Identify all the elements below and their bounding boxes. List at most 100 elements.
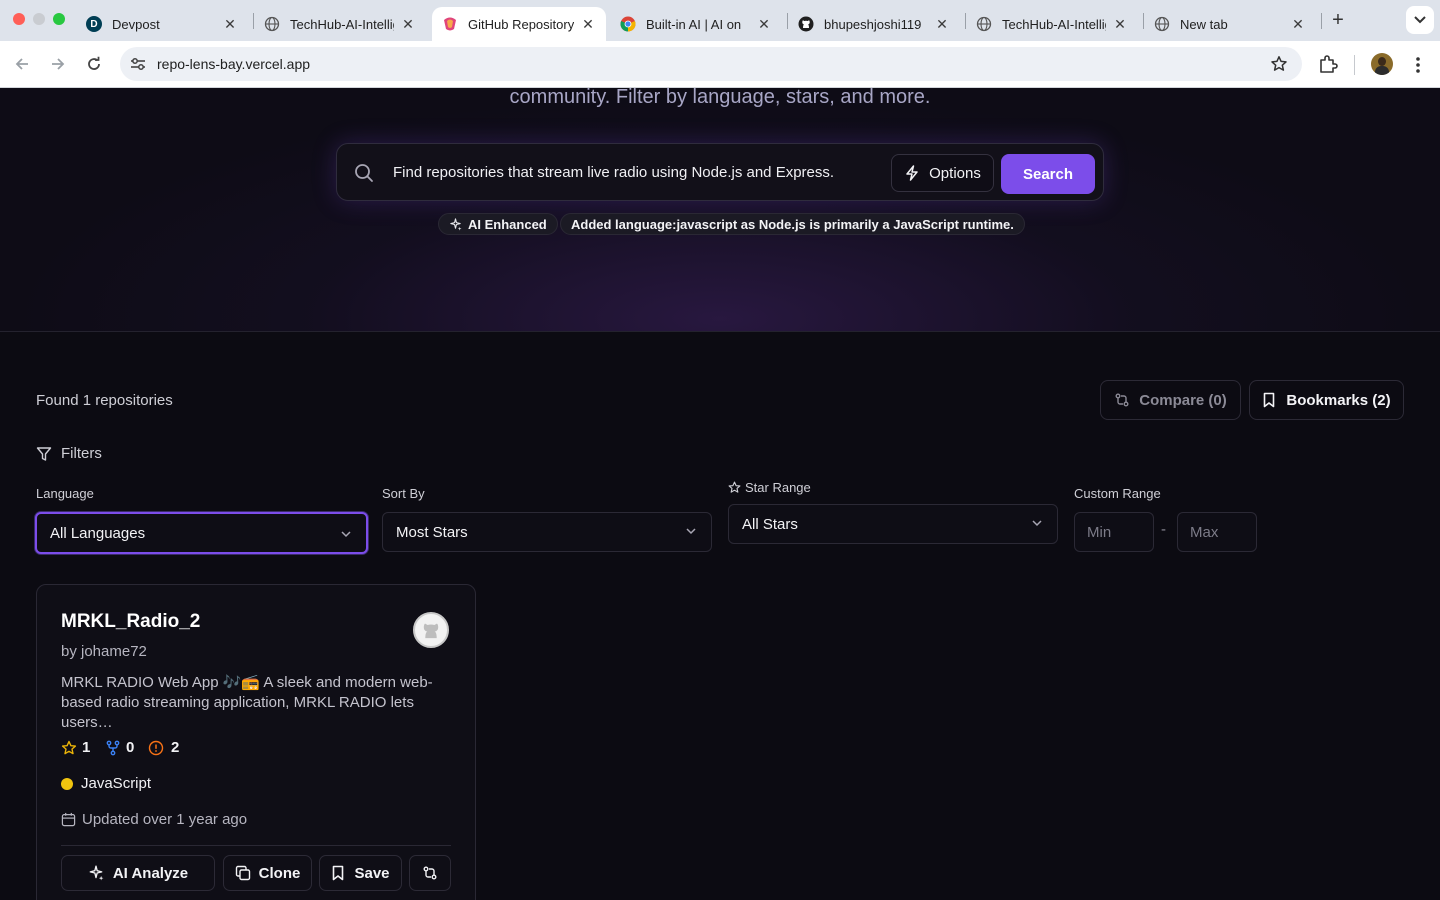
- tab-title: Devpost: [112, 16, 160, 32]
- bookmarks-button[interactable]: Bookmarks (2): [1249, 380, 1404, 420]
- browser-tab[interactable]: TechHub-AI-Intellig ✕: [254, 7, 426, 41]
- minimize-window-button[interactable]: [33, 13, 45, 25]
- close-tab-icon[interactable]: ✕: [222, 16, 238, 33]
- tab-search-button[interactable]: [1406, 6, 1434, 34]
- back-button[interactable]: [9, 51, 35, 77]
- tab-title: TechHub-AI-Intellig: [1002, 16, 1106, 32]
- chrome-icon: [1154, 16, 1170, 32]
- issues-stat: 2: [148, 739, 179, 756]
- profile-avatar[interactable]: [1371, 53, 1393, 75]
- search-input[interactable]: Find repositories that stream live radio…: [393, 164, 834, 181]
- bookmark-star-icon[interactable]: [1270, 55, 1288, 73]
- close-tab-icon[interactable]: ✕: [934, 16, 950, 33]
- browser-tab[interactable]: D Devpost ✕: [76, 7, 248, 41]
- max-placeholder: Max: [1190, 523, 1219, 541]
- tab-title: Built-in AI | AI on: [646, 16, 742, 32]
- clone-button[interactable]: Clone: [223, 855, 312, 891]
- repo-language: JavaScript: [61, 775, 151, 792]
- github-avatar-icon: [423, 623, 439, 639]
- browser-tab-active[interactable]: GitHub Repository ✕: [432, 7, 606, 41]
- close-tab-icon[interactable]: ✕: [1290, 16, 1306, 33]
- close-window-button[interactable]: [13, 13, 25, 25]
- sort-select[interactable]: Most Stars: [382, 512, 712, 552]
- reload-button[interactable]: [81, 51, 107, 77]
- repo-updated: Updated over 1 year ago: [61, 811, 247, 828]
- copy-icon: [235, 865, 250, 881]
- compare-repo-button[interactable]: [409, 855, 451, 891]
- clone-label: Clone: [258, 864, 301, 882]
- hero-subtitle: community. Filter by language, stars, an…: [509, 86, 931, 108]
- ai-badge-label: AI Enhanced: [468, 216, 547, 232]
- tab-title: GitHub Repository: [468, 16, 574, 32]
- max-stars-input[interactable]: Max: [1177, 512, 1257, 552]
- min-placeholder: Min: [1087, 523, 1112, 541]
- language-value: All Languages: [50, 524, 146, 542]
- repo-card[interactable]: MRKL_Radio_2 by johame72 MRKL RADIO Web …: [36, 584, 476, 900]
- close-tab-icon[interactable]: ✕: [1112, 16, 1128, 33]
- forward-button[interactable]: [45, 51, 71, 77]
- repo-name[interactable]: MRKL_Radio_2: [61, 611, 200, 633]
- browser-tab[interactable]: TechHub-AI-Intellig ✕: [966, 7, 1138, 41]
- alert-circle-icon: [148, 740, 164, 755]
- options-button[interactable]: Options: [891, 154, 994, 192]
- sparkles-icon: [450, 217, 462, 231]
- stars-count: 1: [82, 739, 91, 756]
- filters-title: Filters: [61, 445, 102, 462]
- star-range-value: All Stars: [742, 515, 798, 533]
- extensions-icon[interactable]: [1318, 54, 1338, 74]
- address-bar[interactable]: repo-lens-bay.vercel.app: [120, 47, 1302, 81]
- tab-title: New tab: [1180, 16, 1228, 32]
- ai-explanation-badge: Added language:javascript as Node.js is …: [560, 213, 1025, 235]
- language-name: JavaScript: [81, 775, 152, 792]
- options-label: Options: [929, 164, 981, 182]
- language-color-dot: [61, 777, 73, 790]
- min-stars-input[interactable]: Min: [1074, 512, 1154, 552]
- browser-tab[interactable]: New tab ✕: [1144, 7, 1316, 41]
- language-select[interactable]: All Languages: [35, 512, 368, 554]
- browser-tab-bar: D Devpost ✕ TechHub-AI-Intellig ✕ GitHub…: [0, 0, 1440, 41]
- language-label: Language: [36, 486, 94, 501]
- compare-icon: [423, 866, 437, 880]
- app-icon: [442, 16, 458, 32]
- close-tab-icon[interactable]: ✕: [580, 16, 596, 33]
- star-range-select[interactable]: All Stars: [728, 504, 1058, 544]
- forks-stat: 0: [105, 739, 134, 756]
- ai-analyze-label: AI Analyze: [112, 864, 189, 882]
- range-separator: -: [1161, 521, 1166, 538]
- page-content: community. Filter by language, stars, an…: [0, 86, 1440, 900]
- repo-owner: by johame72: [61, 643, 147, 660]
- save-button[interactable]: Save: [319, 855, 402, 891]
- lightning-icon: [906, 165, 918, 181]
- hero-section: community. Filter by language, stars, an…: [0, 86, 1440, 332]
- save-label: Save: [354, 864, 390, 882]
- browser-tab[interactable]: Built-in AI | AI on ✕: [610, 7, 782, 41]
- sort-value: Most Stars: [396, 523, 468, 541]
- filters-toggle[interactable]: Filters: [36, 445, 102, 462]
- more-menu-icon[interactable]: [1412, 55, 1424, 75]
- chevron-down-icon: [1414, 16, 1426, 24]
- repo-description: MRKL RADIO Web App 🎶📻 A sleek and modern…: [61, 674, 433, 731]
- compare-button[interactable]: Compare (0): [1100, 380, 1241, 420]
- calendar-icon: [61, 812, 76, 827]
- close-tab-icon[interactable]: ✕: [400, 16, 416, 33]
- globe-icon: [976, 16, 992, 32]
- zoom-window-button[interactable]: [53, 13, 65, 25]
- sparkles-icon: [89, 865, 104, 881]
- chevron-down-icon: [1032, 520, 1042, 527]
- new-tab-icon[interactable]: +: [1328, 10, 1348, 30]
- search-button[interactable]: Search: [1001, 154, 1095, 194]
- close-tab-icon[interactable]: ✕: [756, 16, 772, 33]
- browser-tab[interactable]: bhupeshjoshi119 ✕: [788, 7, 960, 41]
- bookmarks-label: Bookmarks (2): [1286, 391, 1391, 409]
- globe-icon: [264, 16, 280, 32]
- card-divider: [61, 845, 451, 846]
- star-icon: [728, 481, 741, 493]
- reload-icon: [88, 56, 100, 70]
- site-info-icon[interactable]: [130, 57, 146, 71]
- updated-text: Updated over 1 year ago: [82, 811, 248, 828]
- ai-analyze-button[interactable]: AI Analyze: [61, 855, 215, 891]
- tab-title: bhupeshjoshi119: [824, 16, 922, 32]
- arrow-right-icon: [52, 58, 65, 70]
- compare-label: Compare (0): [1139, 391, 1227, 409]
- search-box[interactable]: Find repositories that stream live radio…: [336, 143, 1104, 201]
